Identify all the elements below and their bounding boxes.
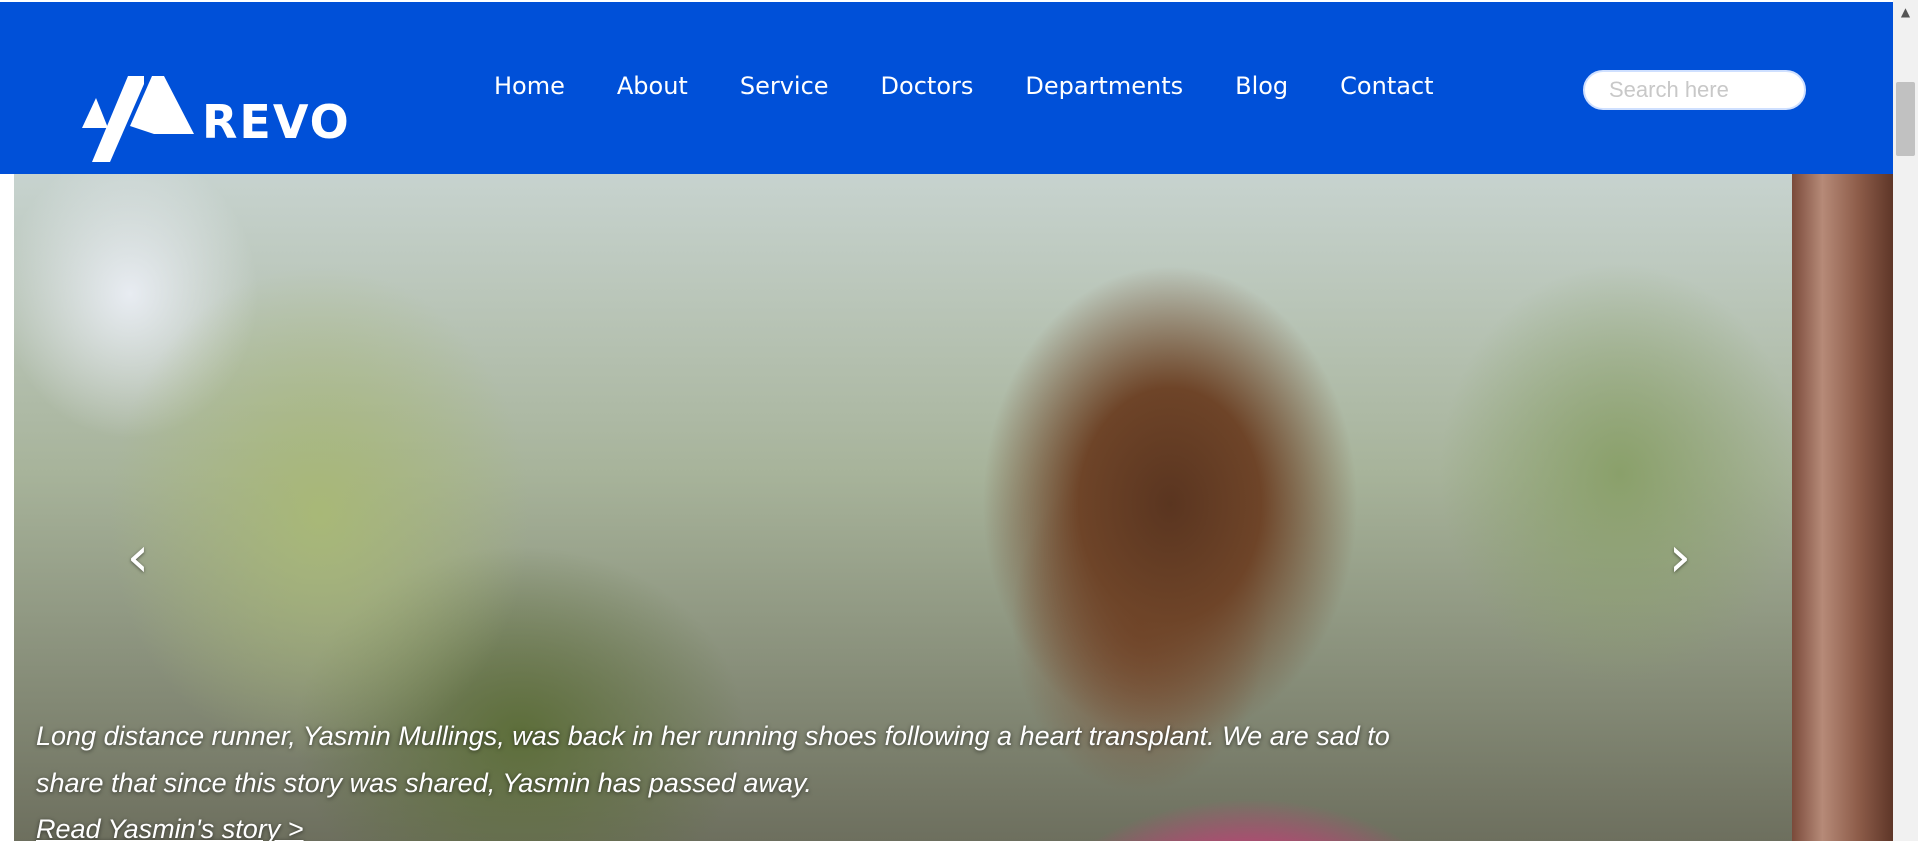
carousel-prev-button[interactable]: ‹ — [113, 528, 163, 588]
read-story-link[interactable]: Read Yasmin's story > — [36, 814, 304, 841]
carousel-next-button[interactable]: › — [1655, 528, 1705, 588]
hero-left-border — [0, 174, 14, 841]
hero-carousel: ‹ › Long distance runner, Yasmin Mulling… — [0, 174, 1893, 841]
page: REVO Home About Service Doctors Departme… — [0, 0, 1893, 841]
main-nav: Home About Service Doctors Departments B… — [494, 72, 1486, 100]
nav-about[interactable]: About — [617, 72, 688, 100]
scroll-up-button[interactable]: ▲ — [1893, 0, 1918, 24]
chevron-left-icon: ‹ — [126, 525, 150, 590]
site-logo[interactable]: REVO — [82, 74, 351, 164]
hero-background-tree — [1792, 174, 1893, 841]
site-header: REVO Home About Service Doctors Departme… — [0, 2, 1893, 174]
scrollbar-thumb[interactable] — [1896, 82, 1915, 156]
nav-departments[interactable]: Departments — [1025, 72, 1183, 100]
nav-blog[interactable]: Blog — [1235, 72, 1288, 100]
hero-caption: Long distance runner, Yasmin Mullings, w… — [36, 721, 1390, 798]
logo-text: REVO — [202, 95, 351, 149]
search-input[interactable] — [1583, 70, 1806, 110]
logo-mark-icon — [82, 76, 194, 162]
vertical-scrollbar[interactable]: ▲ — [1893, 0, 1918, 841]
nav-home[interactable]: Home — [494, 72, 565, 100]
nav-service[interactable]: Service — [740, 72, 829, 100]
nav-doctors[interactable]: Doctors — [881, 72, 974, 100]
nav-contact[interactable]: Contact — [1340, 72, 1433, 100]
triangle-up-icon: ▲ — [1900, 5, 1911, 19]
chevron-right-icon: › — [1668, 525, 1692, 590]
